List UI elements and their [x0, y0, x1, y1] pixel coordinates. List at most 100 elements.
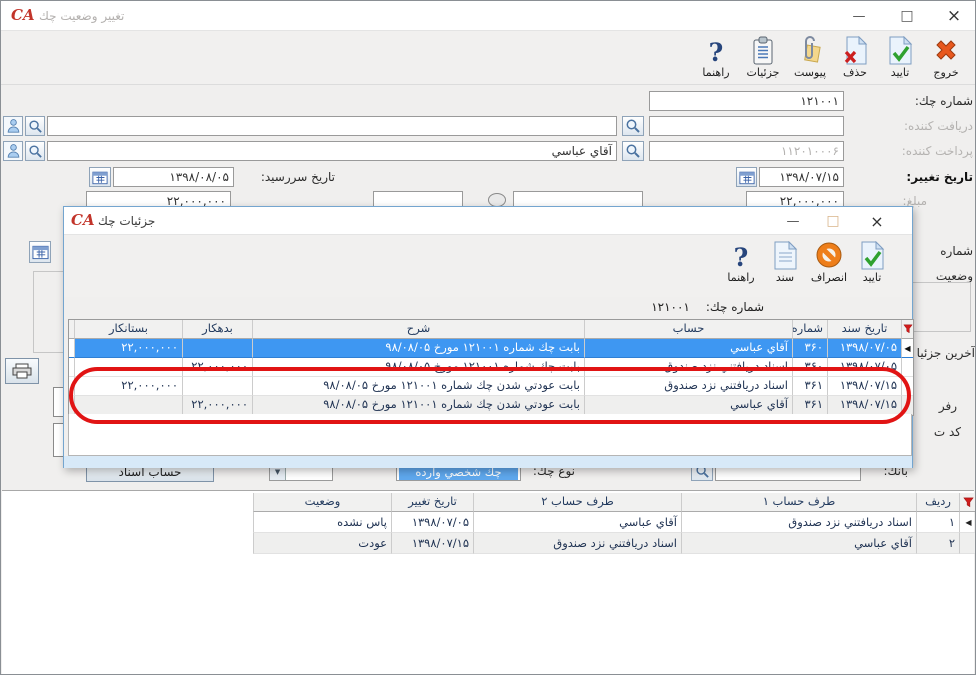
delete-button[interactable]: حذف: [832, 34, 878, 79]
document-delete-icon: [842, 34, 869, 65]
cell-doc-date: ۱۳۹۸/۰۷/۱۵: [827, 377, 901, 396]
help-button[interactable]: ? راهنما: [693, 34, 739, 79]
cell-doc-date: ۱۳۹۸/۰۷/۱۵: [827, 396, 901, 415]
filter-icon: [903, 324, 913, 334]
due-date-calendar-button[interactable]: [89, 167, 111, 187]
receiver-contact-button[interactable]: [3, 116, 23, 136]
receiver-code-field[interactable]: [649, 116, 844, 136]
cell-number: ۳۶۰: [792, 339, 827, 358]
dialog-maximize-button[interactable]: □: [816, 207, 850, 235]
dialog-cancel-button[interactable]: انصراف: [806, 239, 852, 284]
row-selector: [901, 377, 913, 396]
person-icon: [6, 143, 21, 159]
calendar-icon: [739, 170, 755, 185]
close-button[interactable]: ×: [935, 1, 973, 31]
change-check-status-window: CA تغيير وضعيت چك — □ × خروج تاييد حذف: [0, 0, 976, 675]
help-label: راهنما: [727, 271, 754, 284]
dialog-minimize-button[interactable]: —: [776, 207, 810, 235]
cell-party2: آقاي عباسي: [473, 512, 681, 533]
history-col-row[interactable]: رديف: [916, 493, 959, 512]
cell-debit: ۲۲,۰۰۰,۰۰۰: [182, 396, 252, 415]
cell-party1: اسناد دريافتني نزد صندوق: [681, 512, 916, 533]
change-date-label: تاريخ تغيير:: [846, 170, 973, 184]
history-col-date[interactable]: تاريخ تغيير: [391, 493, 473, 512]
change-date-calendar-button[interactable]: [736, 167, 757, 187]
table-row[interactable]: ۲ آقاي عباسي اسناد دريافتني نزد صندوق ۱۳…: [253, 533, 976, 554]
left-calendar-button[interactable]: [29, 241, 51, 263]
exit-label: خروج: [933, 66, 958, 79]
calendar-icon: [92, 170, 108, 185]
cell-account: اسناد دريافتني نزد صندوق: [584, 358, 792, 377]
payer-code-field[interactable]: ۱۱۲۰۱۰۰۰۶: [649, 141, 844, 161]
cell-number: ۳۶۰: [792, 358, 827, 377]
exit-button[interactable]: خروج: [923, 34, 969, 79]
dialog-bottom-strip: [64, 456, 912, 468]
main-title-bar: CA تغيير وضعيت چك — □ ×: [1, 1, 975, 31]
cell-gutter: [69, 396, 74, 415]
cell-debit: [182, 377, 252, 396]
due-date-field[interactable]: ۱۳۹۸/۰۸/۰۵: [113, 167, 234, 187]
row-selector: ◀: [959, 512, 976, 533]
document-check-icon: [859, 239, 886, 270]
payer-name-search-button[interactable]: [25, 141, 45, 161]
history-col-party1[interactable]: طرف حساب ۱: [681, 493, 916, 512]
dialog-check-number-label: شماره چك:: [706, 300, 764, 314]
check-number-field[interactable]: ۱۲۱۰۰۱: [649, 91, 844, 111]
cell-party1: آقاي عباسي: [681, 533, 916, 554]
cell-description: بابت عودتي شدن چك شماره ۱۲۱۰۰۱ مورخ ۹۸/۰…: [252, 396, 584, 415]
receiver-search-button[interactable]: [622, 116, 644, 136]
table-row[interactable]: ۱۳۹۸/۰۷/۱۵ ۳۶۱ اسناد دريافتني نزد صندوق …: [69, 377, 913, 396]
payer-contact-button[interactable]: [3, 141, 23, 161]
change-date-field[interactable]: ۱۳۹۸/۰۷/۱۵: [759, 167, 844, 187]
close-icon: ×: [947, 6, 961, 26]
maximize-button[interactable]: □: [889, 1, 925, 31]
history-table: رديف طرف حساب ۱ طرف حساب ۲ تاريخ تغيير و…: [253, 493, 976, 554]
details-button[interactable]: جزئيات: [739, 34, 787, 79]
details-filter-cell[interactable]: [901, 320, 913, 339]
dialog-close-button[interactable]: ×: [858, 207, 896, 235]
print-button[interactable]: [5, 358, 39, 384]
history-col-party2[interactable]: طرف حساب ۲: [473, 493, 681, 512]
confirm-label: تاييد: [891, 66, 910, 79]
receiver-label: دريافت كننده:: [846, 119, 973, 133]
col-debit[interactable]: بدهكار: [182, 320, 252, 339]
receiver-name-field[interactable]: [47, 116, 617, 136]
payer-label: پرداخت كننده:: [846, 144, 973, 158]
cell-party2: اسناد دريافتني نزد صندوق: [473, 533, 681, 554]
minimize-icon: —: [787, 214, 800, 229]
dialog-help-button[interactable]: ? راهنما: [718, 239, 764, 284]
payer-search-button[interactable]: [622, 141, 644, 161]
maximize-icon: □: [826, 213, 839, 229]
history-filter-cell[interactable]: [959, 493, 976, 512]
col-description[interactable]: شرح: [252, 320, 584, 339]
attach-button[interactable]: پيوست: [787, 34, 833, 79]
col-doc-date[interactable]: تاريخ سند: [827, 320, 901, 339]
cell-date: ۱۳۹۸/۰۷/۱۵: [391, 533, 473, 554]
help-icon: ?: [709, 34, 724, 65]
cell-credit: ۲۲,۰۰۰,۰۰۰: [74, 377, 182, 396]
dialog-confirm-button[interactable]: تاييد: [850, 239, 894, 284]
table-row[interactable]: ◀ ۱ اسناد دريافتني نزد صندوق آقاي عباسي …: [253, 512, 976, 533]
cell-credit: [74, 396, 182, 415]
table-row[interactable]: ۱۳۹۸/۰۷/۰۵ ۳۶۰ اسناد دريافتني نزد صندوق …: [69, 358, 913, 377]
left-groupbox: [33, 271, 67, 353]
table-row[interactable]: ◀ ۱۳۹۸/۰۷/۰۵ ۳۶۰ آقاي عباسي بابت چك شمار…: [69, 339, 913, 358]
history-col-status[interactable]: وضعيت: [253, 493, 391, 512]
dialog-document-button[interactable]: سند: [764, 239, 806, 284]
confirm-button[interactable]: تاييد: [877, 34, 923, 79]
document-label: سند: [776, 271, 794, 284]
app-logo: CA: [11, 8, 35, 23]
table-row[interactable]: ۱۳۹۸/۰۷/۱۵ ۳۶۱ آقاي عباسي بابت عودتي شدن…: [69, 396, 913, 415]
receiver-name-search-button[interactable]: [25, 116, 45, 136]
dialog-title-bar: CA جزئيات چك — □ ×: [64, 207, 912, 235]
search-icon: [28, 119, 43, 134]
minimize-button[interactable]: —: [841, 1, 877, 31]
col-credit[interactable]: بستانكار: [74, 320, 182, 339]
partial-last-details-label: آخرين جزئيا: [913, 346, 975, 360]
row-selector: [959, 533, 976, 554]
dialog-check-number-row: شماره چك: ۱۲۱۰۰۱: [504, 300, 764, 314]
col-account[interactable]: حساب: [584, 320, 792, 339]
row-selector: ◀: [901, 339, 913, 358]
col-number[interactable]: شماره: [792, 320, 827, 339]
payer-name-field[interactable]: آقاي عباسي: [47, 141, 617, 161]
